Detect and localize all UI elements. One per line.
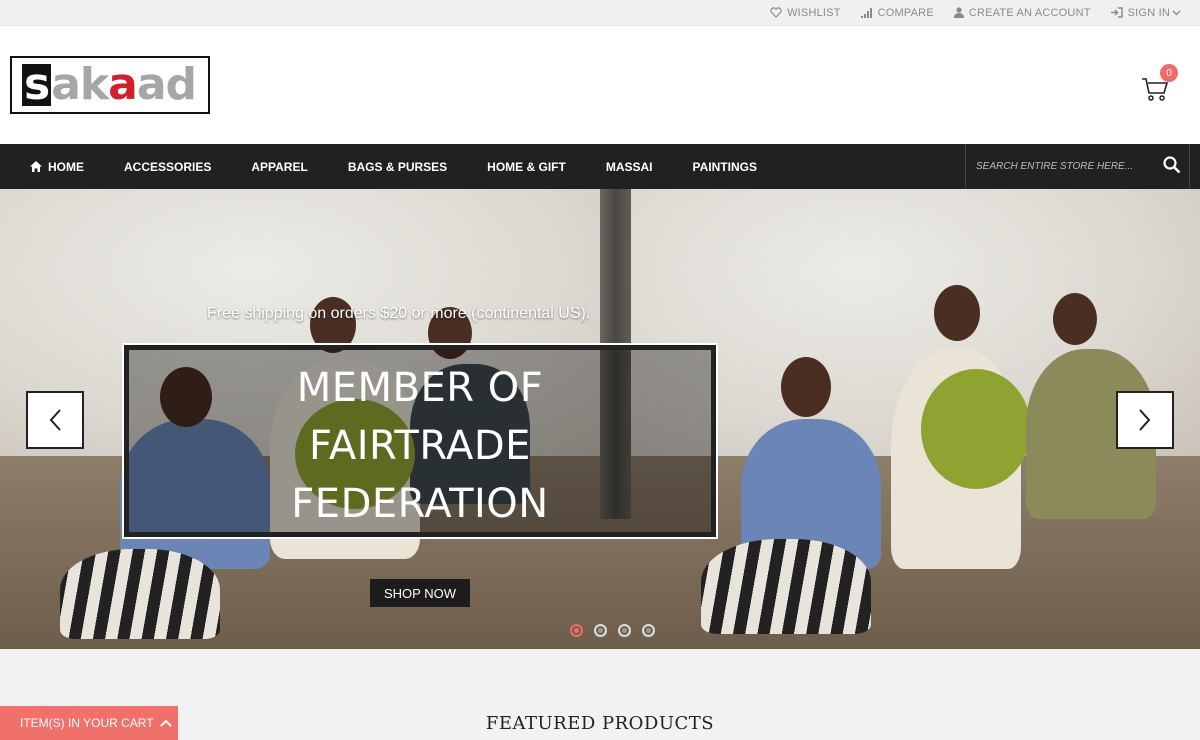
chevron-right-icon [1139, 409, 1151, 431]
slider-dot[interactable] [594, 624, 607, 637]
sign-in-link[interactable]: SIGN IN [1110, 6, 1186, 19]
hero-tagline: Free shipping on orders $20 or more (con… [207, 305, 591, 322]
chevron-up-icon [159, 719, 172, 727]
search-input[interactable] [966, 161, 1146, 172]
shop-now-button[interactable]: SHOP NOW [370, 579, 470, 607]
slider-prev-button[interactable] [26, 391, 84, 449]
chevron-down-icon [1172, 10, 1181, 15]
site-logo[interactable]: s ak a ad [10, 56, 210, 114]
heart-icon [770, 7, 782, 18]
chevron-left-icon [49, 409, 61, 431]
main-nav: HOME ACCESSORIES APPAREL BAGS & PURSES H… [0, 144, 1200, 189]
hero-headline: MEMBER OF FAIRTRADE FEDERATION [124, 359, 716, 533]
hero-banner: MEMBER OF FAIRTRADE FEDERATION [122, 343, 718, 539]
nav-item-bags-purses[interactable]: BAGS & PURSES [328, 144, 467, 189]
cart-summary-toggle[interactable]: ITEM(S) IN YOUR CART [0, 706, 178, 740]
create-account-label: CREATE AN ACCOUNT [968, 6, 1091, 19]
search-icon [1163, 156, 1181, 174]
signal-bars-icon [860, 7, 872, 18]
slider-dot[interactable] [642, 624, 655, 637]
compare-link[interactable]: COMPARE [860, 6, 934, 19]
hero-slider: Free shipping on orders $20 or more (con… [0, 189, 1200, 649]
nav-label-home: HOME [48, 159, 84, 174]
nav-item-home[interactable]: HOME [0, 144, 104, 189]
site-header: s ak a ad 0 [0, 26, 1200, 144]
cart-count-badge: 0 [1160, 64, 1178, 82]
search-box [965, 144, 1190, 189]
wishlist-label: WISHLIST [787, 6, 841, 19]
nav-item-apparel[interactable]: APPAREL [231, 144, 327, 189]
hero-headline-line-3: FEDERATION [291, 481, 549, 527]
cart-summary-label: ITEM(S) IN YOUR CART [20, 716, 154, 730]
compare-label: COMPARE [877, 6, 934, 19]
slider-dot[interactable] [618, 624, 631, 637]
featured-products-title: FEATURED PRODUCTS [485, 713, 715, 734]
slider-dots [570, 624, 666, 637]
wishlist-link[interactable]: WISHLIST [770, 7, 841, 19]
slider-dot[interactable] [570, 624, 583, 637]
hero-headline-line-2: FAIRTRADE [309, 423, 531, 469]
nav-item-accessories[interactable]: ACCESSORIES [104, 144, 231, 189]
sign-in-label: SIGN IN [1127, 6, 1170, 19]
create-account-link[interactable]: CREATE AN ACCOUNT [953, 6, 1091, 19]
slider-next-button[interactable] [1116, 391, 1174, 449]
home-icon [30, 161, 42, 172]
cart-button[interactable]: 0 [1140, 64, 1178, 106]
nav-item-massai[interactable]: MASSAI [586, 144, 673, 189]
top-bar: WISHLIST COMPARE CREATE AN ACCOUNT SIGN … [0, 0, 1200, 26]
user-icon [953, 7, 964, 18]
nav-item-home-gift[interactable]: HOME & GIFT [467, 144, 586, 189]
hero-headline-line-1: MEMBER OF [296, 365, 544, 411]
content-area: FEATURED PRODUCTS ITEM(S) IN YOUR CART [0, 649, 1200, 740]
nav-item-paintings[interactable]: PAINTINGS [673, 144, 777, 189]
search-button[interactable] [1163, 156, 1181, 179]
sign-in-icon [1110, 7, 1123, 18]
